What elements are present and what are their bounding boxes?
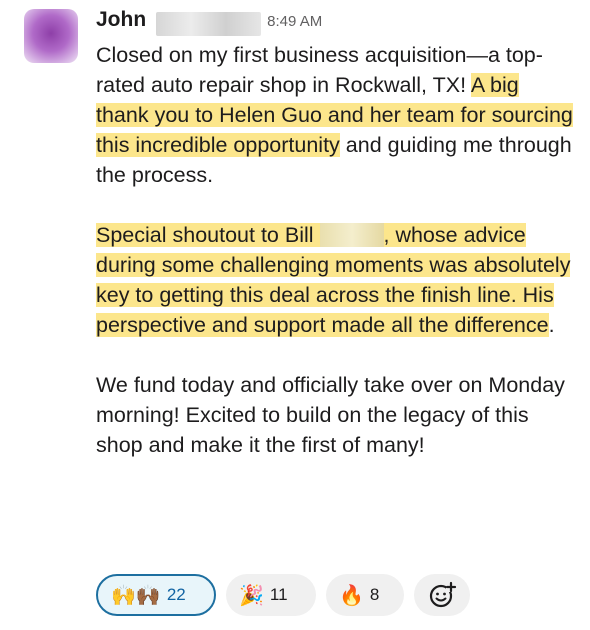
p2-start: Special shoutout to Bill xyxy=(96,223,320,247)
paragraph-2: Special shoutout to Bill , whose advice … xyxy=(96,220,576,340)
message: John 8:49 AM Closed on my first business… xyxy=(96,8,576,460)
reaction-count: 8 xyxy=(369,585,380,604)
message-header: John 8:49 AM xyxy=(96,8,576,40)
reaction-count: 11 xyxy=(269,585,288,604)
reaction-raised-hands[interactable]: 🙌🙌🏾 22 xyxy=(96,574,216,616)
party-popper-icon: 🎉 xyxy=(239,583,264,607)
reaction-count: 22 xyxy=(166,585,186,604)
add-reaction-icon xyxy=(429,581,457,608)
add-reaction-button[interactable] xyxy=(414,574,470,616)
p2-end: . xyxy=(548,313,555,337)
redacted-name xyxy=(319,223,384,247)
fire-icon: 🔥 xyxy=(339,583,364,607)
avatar[interactable] xyxy=(24,9,78,63)
reaction-party-popper[interactable]: 🎉 11 xyxy=(226,574,316,616)
author-name[interactable]: John xyxy=(96,8,146,32)
paragraph-1: Closed on my first business acquisition—… xyxy=(96,40,576,190)
reaction-fire[interactable]: 🔥 8 xyxy=(326,574,404,616)
paragraph-3: We fund today and officially take over o… xyxy=(96,373,565,457)
redacted-surname xyxy=(156,12,262,36)
raised-hands-icon: 🙌🙌🏾 xyxy=(111,583,161,607)
timestamp[interactable]: 8:49 AM xyxy=(267,13,322,30)
message-body: Closed on my first business acquisition—… xyxy=(96,40,576,460)
reactions-bar: 🙌🙌🏾 22 🎉 11 🔥 8 xyxy=(96,574,470,616)
